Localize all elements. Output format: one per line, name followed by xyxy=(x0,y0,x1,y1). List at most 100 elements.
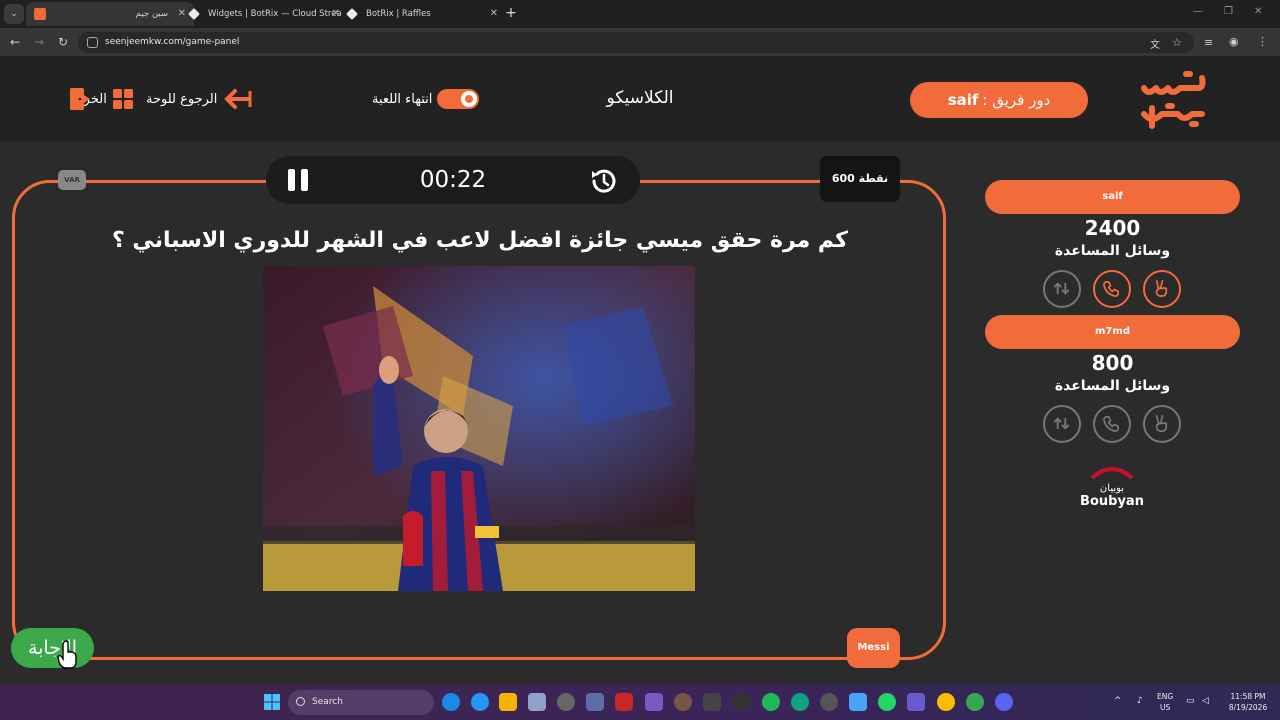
reload-icon[interactable]: ↻ xyxy=(54,33,72,51)
address-bar[interactable]: seenjeemkw.com/game-panel 文 ☆ xyxy=(78,32,1194,53)
sponsor-arabic: بوبيان xyxy=(1099,483,1125,494)
translate-icon[interactable]: 文 xyxy=(1150,36,1160,51)
file-explorer-icon[interactable] xyxy=(499,693,517,711)
team-1-swap-aid-button[interactable] xyxy=(1043,270,1081,308)
browser-tab-bar: ⌄ سين جيم ✕ Widgets | BotRix — Cloud Str… xyxy=(0,0,1280,28)
team-2-name: m7md xyxy=(985,315,1240,349)
timer-bar: 00:22 xyxy=(266,156,640,204)
whatsapp-icon[interactable] xyxy=(878,693,896,711)
tab-seenjeem[interactable]: سين جيم ✕ xyxy=(26,2,194,26)
bookmark-star-icon[interactable]: ☆ xyxy=(1172,36,1182,49)
team-2-call-aid-button[interactable] xyxy=(1093,405,1131,443)
end-game-label: انتهاء اللعبة xyxy=(372,91,433,107)
grid-board-icon xyxy=(112,89,133,109)
arrow-left-icon xyxy=(224,89,252,109)
peace-hand-icon xyxy=(1155,415,1168,432)
volume-icon[interactable]: ◁ xyxy=(1202,696,1209,707)
team-turn-badge: دور فريق : saif xyxy=(910,82,1088,118)
language-code: ENG xyxy=(1157,692,1174,701)
close-tab-icon[interactable]: ✕ xyxy=(490,2,498,26)
forward-icon[interactable]: → xyxy=(30,33,48,51)
phone-icon xyxy=(1103,415,1120,432)
team-2-swap-aid-button[interactable] xyxy=(1043,405,1081,443)
tab-botrix-raffles[interactable]: BotRix | Raffles ✕ xyxy=(338,2,506,26)
media-controls-icon[interactable]: ≡ xyxy=(1204,36,1213,49)
game-title: الكلاسيكو xyxy=(606,88,674,108)
back-icon[interactable]: ← xyxy=(6,33,24,51)
clock[interactable]: 11:58 PM 8/19/2026 xyxy=(1222,691,1274,713)
exit-button[interactable]: الخروج xyxy=(69,86,134,112)
end-game-toggle[interactable] xyxy=(437,89,480,109)
clock-time: 11:58 PM xyxy=(1230,692,1266,701)
botrix-favicon-icon xyxy=(346,8,358,20)
region-code: US xyxy=(1159,703,1171,712)
question-image xyxy=(263,266,695,591)
tab-title: Widgets | BotRix — Cloud Strea xyxy=(208,9,342,19)
browser-toolbar: ← → ↻ seenjeemkw.com/game-panel 文 ☆ ≡ ◉ … xyxy=(0,28,1280,56)
team-1-aids-label: وسائل المساعدة xyxy=(1054,243,1171,259)
app-icon[interactable] xyxy=(907,693,925,711)
swap-icon xyxy=(1053,417,1070,430)
restore-button[interactable]: ❐ xyxy=(1224,6,1233,17)
pause-icon[interactable] xyxy=(288,169,310,191)
var-badge[interactable]: VAR xyxy=(58,170,86,190)
network-icon[interactable]: ▭ xyxy=(1186,696,1195,707)
hand-cursor-icon xyxy=(57,640,77,669)
app-icon[interactable] xyxy=(703,693,721,711)
refresh-app-icon[interactable] xyxy=(471,693,489,711)
tab-botrix-widgets[interactable]: Widgets | BotRix — Cloud Strea ✕ xyxy=(180,2,348,26)
tab-title: BotRix | Raffles xyxy=(366,9,431,19)
points-badge: 600 نقطة xyxy=(820,156,900,202)
team-1-double-aid-button[interactable] xyxy=(1143,270,1181,308)
app-icon[interactable] xyxy=(849,693,867,711)
tab-search-button[interactable]: ⌄ xyxy=(4,4,24,24)
team-2-aids-label: وسائل المساعدة xyxy=(1054,378,1171,394)
microphone-icon[interactable]: ♪ xyxy=(1137,696,1143,707)
minimize-button[interactable]: — xyxy=(1193,6,1203,17)
spotify-icon[interactable] xyxy=(762,693,780,711)
messi-photo xyxy=(263,266,695,591)
more-menu-icon[interactable]: ⋮ xyxy=(1257,35,1268,48)
game-header: دور فريق : saif الكلاسيكو انتهاء اللعبة … xyxy=(0,56,1280,142)
reset-timer-icon[interactable] xyxy=(588,166,618,196)
app-icon[interactable] xyxy=(645,693,663,711)
url-text[interactable]: seenjeemkw.com/game-panel xyxy=(105,32,239,53)
app-icon[interactable] xyxy=(528,693,546,711)
chrome-icon[interactable] xyxy=(937,693,955,711)
game-panel: VAR 00:22 600 نقطة كم مرة حقق ميسي جائزة… xyxy=(0,142,1280,685)
answer-hint-badge[interactable]: Messi xyxy=(847,628,900,668)
new-tab-button[interactable]: + xyxy=(502,4,520,22)
team-1-call-aid-button[interactable] xyxy=(1093,270,1131,308)
app-icon[interactable] xyxy=(615,693,633,711)
team-1-name: saif xyxy=(985,180,1240,214)
taskbar-search[interactable]: Search xyxy=(288,690,434,715)
language-indicator[interactable]: ENG US xyxy=(1157,691,1173,713)
back-to-board-button[interactable]: الرجوع للوحة xyxy=(146,86,252,112)
obs-icon[interactable] xyxy=(557,693,575,711)
profile-icon[interactable]: ◉ xyxy=(1229,35,1239,48)
app-icon[interactable] xyxy=(586,693,604,711)
speedometer-icon[interactable] xyxy=(732,693,750,711)
chrome-icon[interactable] xyxy=(966,693,984,711)
team-turn-name: saif xyxy=(947,91,979,109)
site-info-icon[interactable] xyxy=(87,37,98,48)
seenjeem-favicon-icon xyxy=(34,8,46,20)
windows-taskbar: Search ^ ♪ ENG US ▭ ◁ 11:58 PM 8/19/2026 xyxy=(0,685,1280,720)
app-icon[interactable] xyxy=(820,693,838,711)
phone-icon xyxy=(1103,280,1120,297)
show-answer-button[interactable]: الإجابة xyxy=(11,628,94,668)
discord-icon[interactable] xyxy=(995,693,1013,711)
windows-start-icon[interactable] xyxy=(263,693,281,711)
chatgpt-icon[interactable] xyxy=(791,693,809,711)
team-2-double-aid-button[interactable] xyxy=(1143,405,1181,443)
edge-icon[interactable] xyxy=(442,693,460,711)
swap-icon xyxy=(1053,282,1070,295)
end-game-button[interactable]: انتهاء اللعبة xyxy=(372,86,480,112)
close-window-button[interactable]: ✕ xyxy=(1254,6,1262,17)
team-turn-label: دور فريق : xyxy=(982,91,1051,109)
back-to-board-label: الرجوع للوحة xyxy=(146,91,218,107)
team-2-score: 800 xyxy=(1091,351,1134,375)
app-icon[interactable] xyxy=(674,693,692,711)
seenjeem-logo-icon xyxy=(1141,71,1206,129)
tray-overflow-icon[interactable]: ^ xyxy=(1114,696,1122,707)
